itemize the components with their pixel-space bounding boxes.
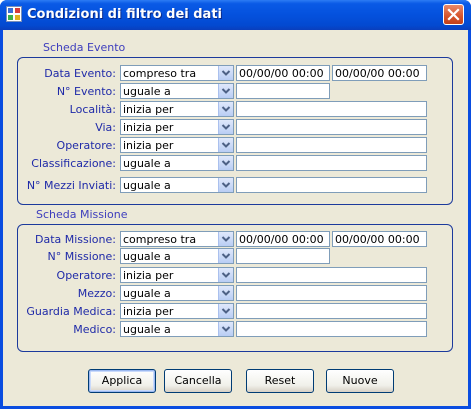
dialog-window: Condizioni di filtro dei dati Scheda Eve… [0, 0, 471, 409]
operator-value: inizia per [123, 103, 174, 116]
operator-select-classificazione[interactable]: uguale a [120, 155, 234, 171]
date-to-field-data-missione[interactable]: 00/00/00 00:00 [332, 231, 427, 247]
field-value: 00/00/00 00:00 [239, 233, 324, 246]
operator-select-n-missione[interactable]: uguale a [120, 248, 234, 264]
label-classificazione: Classificazione: [31, 157, 116, 170]
operator-select-operatore[interactable]: inizia per [120, 267, 234, 283]
value-field-operatore[interactable] [236, 267, 427, 283]
operator-value: inizia per [123, 121, 174, 134]
label-mezzo: Mezzo: [77, 287, 116, 300]
field-value: 00/00/00 00:00 [335, 67, 420, 80]
filter-app-icon [6, 6, 22, 22]
operator-value: compreso tra [123, 67, 197, 80]
group-title-scheda-evento: Scheda Evento [41, 41, 128, 54]
close-button[interactable] [443, 4, 464, 25]
chevron-down-icon[interactable] [218, 304, 233, 318]
operator-value: uguale a [123, 287, 171, 300]
operator-select-operatore[interactable]: inizia per [120, 137, 234, 153]
label-n-mezzi-inviati: N° Mezzi Inviati: [26, 179, 116, 192]
operator-select-data-evento[interactable]: compreso tra [120, 65, 234, 81]
new-button[interactable]: Nuove [326, 369, 394, 393]
chevron-down-icon[interactable] [218, 66, 233, 80]
operator-value: compreso tra [123, 233, 197, 246]
operator-select-medico[interactable]: uguale a [120, 321, 234, 337]
group-title-scheda-missione: Scheda Missione [34, 208, 130, 221]
reset-button[interactable]: Reset [246, 369, 314, 393]
operator-select-localit[interactable]: inizia per [120, 101, 234, 117]
operator-select-guardia-medica[interactable]: inizia per [120, 303, 234, 319]
label-n-missione: N° Missione: [47, 250, 116, 263]
field-value: 00/00/00 00:00 [239, 67, 324, 80]
value-field-n-mezzi-inviati[interactable] [236, 177, 427, 193]
operator-select-n-mezzi-inviati[interactable]: uguale a [120, 177, 234, 193]
chevron-down-icon[interactable] [218, 120, 233, 134]
operator-value: uguale a [123, 250, 171, 263]
chevron-down-icon[interactable] [218, 138, 233, 152]
apply-button[interactable]: Applica [88, 369, 156, 393]
label-localit: Località: [69, 103, 116, 116]
chevron-down-icon[interactable] [218, 178, 233, 192]
operator-value: inizia per [123, 305, 174, 318]
date-from-field-data-missione[interactable]: 00/00/00 00:00 [236, 231, 330, 247]
operator-value: inizia per [123, 269, 174, 282]
chevron-down-icon[interactable] [218, 156, 233, 170]
value-field-localit[interactable] [236, 101, 427, 117]
cancel-button[interactable]: Cancella [164, 369, 232, 393]
close-icon [447, 8, 460, 21]
chevron-down-icon[interactable] [218, 232, 233, 246]
operator-value: uguale a [123, 85, 171, 98]
title-bar[interactable]: Condizioni di filtro dei dati [0, 0, 471, 30]
value-field-classificazione[interactable] [236, 155, 427, 171]
dialog-body: Scheda Evento Scheda Missione Applica Ca… [3, 30, 468, 406]
operator-select-n-evento[interactable]: uguale a [120, 83, 234, 99]
chevron-down-icon[interactable] [218, 286, 233, 300]
operator-value: uguale a [123, 157, 171, 170]
chevron-down-icon[interactable] [218, 268, 233, 282]
operator-select-via[interactable]: inizia per [120, 119, 234, 135]
value-field-n-missione[interactable] [236, 248, 330, 264]
date-from-field-data-evento[interactable]: 00/00/00 00:00 [236, 65, 330, 81]
operator-select-mezzo[interactable]: uguale a [120, 285, 234, 301]
date-to-field-data-evento[interactable]: 00/00/00 00:00 [332, 65, 427, 81]
operator-value: inizia per [123, 139, 174, 152]
operator-value: uguale a [123, 323, 171, 336]
value-field-medico[interactable] [236, 321, 427, 337]
value-field-mezzo[interactable] [236, 285, 427, 301]
operator-value: uguale a [123, 179, 171, 192]
label-n-evento: N° Evento: [56, 85, 116, 98]
value-field-guardia-medica[interactable] [236, 303, 427, 319]
label-data-missione: Data Missione: [34, 233, 116, 246]
label-operatore: Operatore: [56, 139, 116, 152]
label-operatore: Operatore: [56, 269, 116, 282]
chevron-down-icon[interactable] [218, 249, 233, 263]
value-field-via[interactable] [236, 119, 427, 135]
field-value: 00/00/00 00:00 [335, 233, 420, 246]
window-title: Condizioni di filtro dei dati [27, 7, 222, 22]
value-field-n-evento[interactable] [236, 83, 330, 99]
chevron-down-icon[interactable] [218, 84, 233, 98]
label-guardia-medica: Guardia Medica: [26, 305, 116, 318]
label-via: Via: [95, 121, 116, 134]
value-field-operatore[interactable] [236, 137, 427, 153]
label-medico: Medico: [73, 323, 116, 336]
chevron-down-icon[interactable] [218, 322, 233, 336]
chevron-down-icon[interactable] [218, 102, 233, 116]
label-data-evento: Data Evento: [44, 67, 116, 80]
operator-select-data-missione[interactable]: compreso tra [120, 231, 234, 247]
